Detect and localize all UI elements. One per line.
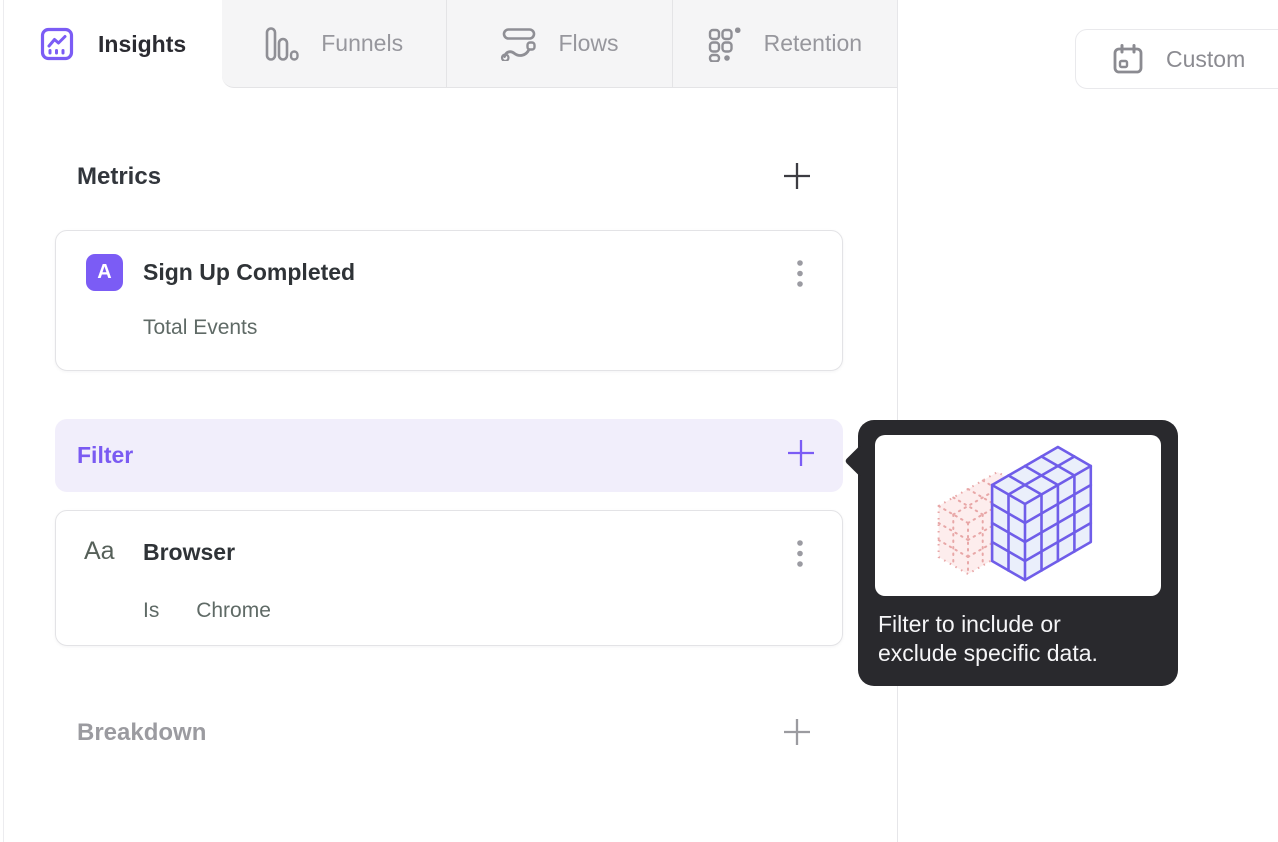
kebab-menu-icon	[796, 539, 804, 574]
add-metric-button[interactable]	[779, 160, 815, 196]
tab-flows-label: Flows	[558, 30, 619, 56]
filter-condition: Is Chrome	[143, 599, 271, 623]
metric-measurement[interactable]: Total Events	[143, 316, 257, 340]
tab-funnels-label: Funnels	[321, 30, 404, 56]
filter-operator[interactable]: Is	[143, 599, 159, 623]
retention-icon	[708, 26, 742, 62]
plus-icon	[785, 437, 817, 474]
tooltip-text: Filter to include or exclude specific da…	[878, 611, 1098, 666]
metric-event-name: Sign Up Completed	[143, 259, 356, 285]
filter-cube-illustration	[875, 435, 1161, 596]
filter-card[interactable]: Aa Browser Is Chrome	[55, 510, 843, 646]
breakdown-section-title: Breakdown	[77, 719, 207, 746]
calendar-icon	[1112, 43, 1144, 75]
tab-funnels[interactable]: Funnels	[222, 0, 446, 87]
date-range-label: Custom	[1166, 45, 1246, 72]
insights-icon	[40, 27, 74, 61]
filter-tooltip: Filter to include or exclude specific da…	[844, 420, 1178, 686]
tab-insights-label: Insights	[98, 30, 187, 57]
add-filter-button[interactable]	[783, 437, 819, 473]
plus-icon	[781, 160, 813, 197]
string-property-icon: Aa	[84, 537, 115, 565]
metric-menu-button[interactable]	[780, 253, 820, 299]
filter-section-title: Filter	[77, 442, 134, 468]
funnels-icon	[265, 26, 299, 61]
kebab-menu-icon	[796, 259, 804, 294]
report-type-tabbar: Insights Funnels Flows Retention	[4, 0, 897, 88]
metrics-section-title: Metrics	[77, 163, 162, 190]
flows-icon	[500, 27, 537, 61]
plus-icon	[781, 716, 813, 753]
insights-report-page: Insights Funnels Flows Retention Custom …	[0, 0, 1278, 842]
filter-value[interactable]: Chrome	[196, 599, 271, 623]
tab-retention-label: Retention	[763, 30, 863, 56]
tab-insights[interactable]: Insights	[4, 0, 222, 88]
metric-badge: A	[86, 254, 123, 291]
filter-section-row[interactable]: Filter	[55, 419, 843, 492]
add-breakdown-button[interactable]	[779, 716, 815, 752]
tab-retention[interactable]: Retention	[671, 0, 897, 87]
inactive-tabs-strip: Funnels Flows Retention	[222, 0, 897, 88]
filter-property-name: Browser	[143, 539, 236, 565]
filter-menu-button[interactable]	[780, 533, 820, 579]
left-panel-border	[3, 0, 4, 842]
tooltip-arrow	[844, 445, 876, 477]
metric-card[interactable]: A Sign Up Completed Total Events	[55, 230, 843, 371]
date-range-button[interactable]: Custom	[1075, 29, 1278, 89]
tab-flows[interactable]: Flows	[446, 0, 671, 87]
